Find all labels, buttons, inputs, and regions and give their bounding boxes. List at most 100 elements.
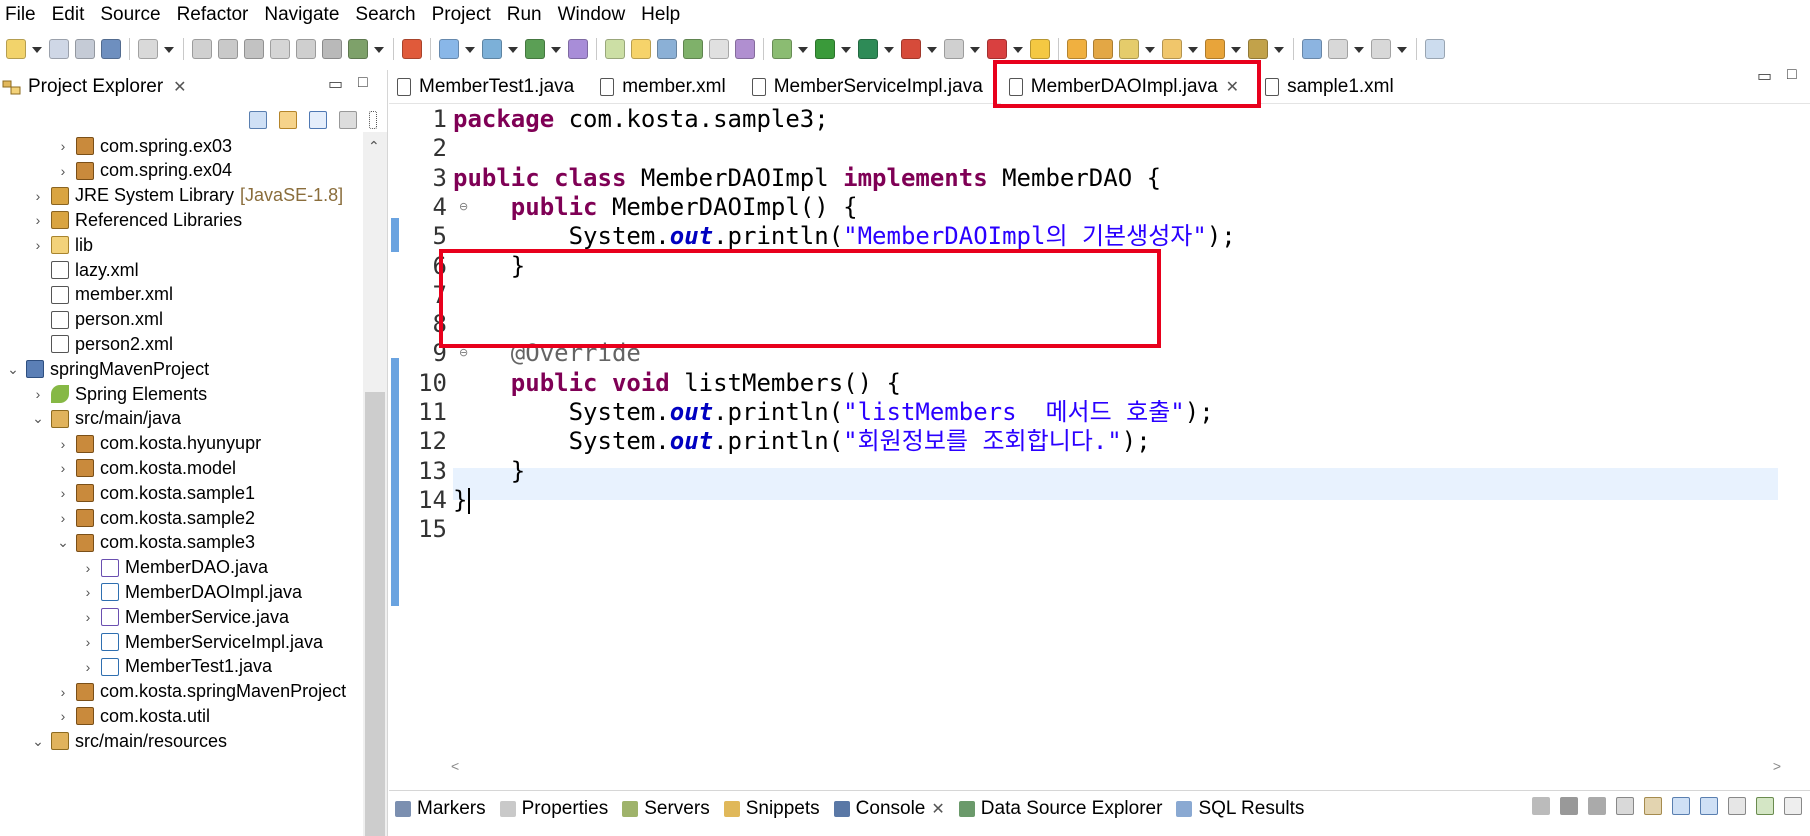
chevron-down-icon[interactable] (798, 39, 808, 59)
new-icon[interactable] (6, 39, 26, 59)
chevron-right-icon[interactable]: › (31, 237, 45, 253)
resume-icon[interactable] (192, 39, 212, 59)
build-icon[interactable] (1030, 39, 1050, 59)
tree-item[interactable]: › com.spring.ex04 (0, 157, 232, 185)
tree-item[interactable]: person.xml (0, 306, 163, 334)
word-wrap-icon[interactable] (1672, 797, 1690, 815)
tree-item[interactable]: lazy.xml (0, 256, 139, 284)
chevron-right-icon[interactable]: › (81, 634, 95, 650)
menu-file[interactable]: File (0, 0, 44, 30)
bottom-tab-data-source-explorer[interactable]: Data Source Explorer (953, 798, 1171, 820)
editor-maximize-icon[interactable]: □ (1787, 66, 1797, 84)
step-into-icon[interactable] (296, 39, 316, 59)
chevron-down-icon[interactable] (551, 39, 561, 59)
scroll-up-icon[interactable]: ⌃ (368, 138, 380, 155)
chevron-down-icon[interactable] (1397, 39, 1407, 59)
menu-help[interactable]: Help (633, 0, 688, 30)
step-over-icon[interactable] (322, 39, 342, 59)
editor-horizontal-scrollbar[interactable]: < > (451, 758, 1781, 776)
tree-item[interactable]: › MemberTest1.java (0, 653, 272, 681)
maximize-icon[interactable]: □ (358, 74, 368, 92)
chevron-down-icon[interactable] (1188, 39, 1198, 59)
bottom-tab-console[interactable]: Console ✕ (828, 798, 953, 820)
bottom-tab-markers[interactable]: Markers (389, 798, 494, 820)
chevron-down-icon[interactable]: ⌄ (31, 733, 45, 750)
paragraph-icon[interactable] (735, 39, 755, 59)
bottom-tab-servers[interactable]: Servers (616, 798, 717, 820)
chevron-right-icon[interactable]: › (56, 138, 70, 154)
view-menu-icon[interactable] (369, 111, 377, 129)
chevron-down-icon[interactable] (374, 39, 384, 59)
tree-item[interactable]: › com.kosta.springMavenProject (0, 678, 346, 706)
tree-item[interactable]: ⌄ src/main/resources (0, 727, 227, 755)
disconnect-icon[interactable] (270, 39, 290, 59)
editor-tab[interactable]: sample1.xml (1257, 70, 1412, 104)
chevron-right-icon[interactable]: › (31, 188, 45, 204)
tree-item[interactable]: › com.kosta.sample2 (0, 504, 255, 532)
new-server-icon[interactable] (482, 39, 502, 59)
toggle-block-icon[interactable] (709, 39, 729, 59)
chevron-right-icon[interactable]: › (56, 510, 70, 526)
globe-icon[interactable] (568, 39, 588, 59)
menu-refactor[interactable]: Refactor (169, 0, 257, 30)
menu-run[interactable]: Run (499, 0, 550, 30)
collapse-all-icon[interactable] (249, 111, 267, 129)
menu-source[interactable]: Source (92, 0, 168, 30)
debug-icon[interactable] (772, 39, 792, 59)
chevron-right-icon[interactable]: › (56, 460, 70, 476)
remove-all-launches-icon[interactable] (1588, 797, 1606, 815)
chevron-down-icon[interactable] (1231, 39, 1241, 59)
chevron-right-icon[interactable]: › (56, 485, 70, 501)
code-line[interactable]: } (453, 483, 471, 517)
chevron-down-icon[interactable] (884, 39, 894, 59)
perspective-icon[interactable] (1425, 39, 1445, 59)
code-line[interactable]: package com.kosta.sample3; (453, 102, 829, 136)
terminate-icon[interactable] (1532, 797, 1550, 815)
editor-tab[interactable]: member.xml (592, 70, 743, 104)
chevron-down-icon[interactable] (927, 39, 937, 59)
tree-item[interactable]: ⌄ springMavenProject (0, 355, 209, 383)
bottom-tab-sql-results[interactable]: SQL Results (1170, 798, 1312, 820)
open-type-icon[interactable] (631, 39, 651, 59)
tree-item[interactable]: › MemberService.java (0, 603, 289, 631)
tree-item[interactable]: › Referenced Libraries (0, 206, 242, 234)
code-editor[interactable]: MemberTest1.java member.xml MemberServiceI… (389, 59, 1810, 778)
chevron-down-icon[interactable] (970, 39, 980, 59)
editor-tab[interactable]: MemberServiceImpl.java (744, 70, 1001, 104)
chevron-right-icon[interactable]: › (81, 609, 95, 625)
tree-item[interactable]: person2.xml (0, 330, 173, 358)
tree-item[interactable]: › com.kosta.model (0, 454, 236, 482)
menu-navigate[interactable]: Navigate (256, 0, 347, 30)
chevron-down-icon[interactable] (1013, 39, 1023, 59)
tree-item[interactable]: › com.spring.ex03 (0, 132, 232, 160)
display-console-icon[interactable] (1756, 797, 1774, 815)
bottom-tab-properties[interactable]: Properties (494, 798, 617, 820)
chevron-right-icon[interactable]: › (81, 659, 95, 675)
tree-item[interactable]: ⌄ src/main/java (0, 405, 181, 433)
tree-item[interactable]: › lib (0, 231, 93, 259)
chevron-down-icon[interactable]: ⌄ (56, 534, 70, 551)
menu-window[interactable]: Window (550, 0, 634, 30)
scroll-right-icon[interactable]: > (1773, 758, 1781, 774)
chevron-down-icon[interactable] (1354, 39, 1364, 59)
chevron-down-icon[interactable]: ⌄ (6, 361, 20, 378)
tree-item[interactable]: › com.kosta.hyunyupr (0, 430, 261, 458)
tree-item[interactable]: › MemberDAOImpl.java (0, 578, 302, 606)
menu-edit[interactable]: Edit (44, 0, 93, 30)
open-console-icon[interactable] (1784, 797, 1802, 815)
focus-icon[interactable] (339, 111, 357, 129)
chevron-down-icon[interactable] (841, 39, 851, 59)
task-icon[interactable] (1162, 39, 1182, 59)
chevron-right-icon[interactable]: › (31, 386, 45, 402)
explorer-scrollbar[interactable]: ⌃ (363, 132, 387, 836)
chevron-right-icon[interactable]: › (31, 212, 45, 228)
close-icon[interactable]: ✕ (931, 799, 944, 819)
terminate-icon[interactable] (244, 39, 264, 59)
last-edit-icon[interactable] (1302, 39, 1322, 59)
prev-annotation-icon[interactable] (1248, 39, 1268, 59)
skip-breakpoints-icon[interactable] (138, 39, 158, 59)
menu-project[interactable]: Project (424, 0, 499, 30)
project-explorer-tab[interactable]: Project Explorer ✕ (0, 70, 187, 104)
chevron-right-icon[interactable]: › (81, 560, 95, 576)
chevron-down-icon[interactable]: ⌄ (31, 410, 45, 427)
